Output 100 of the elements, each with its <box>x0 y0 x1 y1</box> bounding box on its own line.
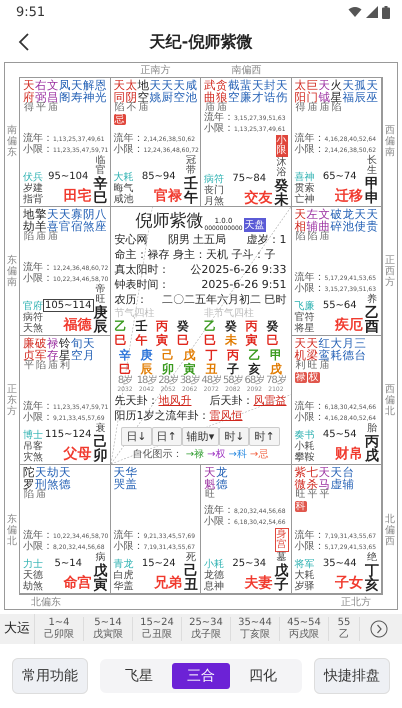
legend-item: →权 <box>207 448 226 461</box>
pillar-stem: 乙 <box>204 319 216 333</box>
functions-button[interactable]: 常用功能 <box>12 658 88 694</box>
palace-name: 命宫 <box>64 574 92 592</box>
brightness-label: 陷 <box>24 490 35 500</box>
stem-label: 庚 <box>94 306 108 320</box>
god-name: 伏兵 <box>23 172 43 183</box>
star-name: 天厨 <box>162 79 174 103</box>
status-time: 9:51 <box>16 4 46 20</box>
star-name: 擎羊 <box>35 208 47 232</box>
star-name: 天喜 <box>47 208 59 232</box>
star-name: 天梁 <box>306 337 318 361</box>
gua-label: 先天卦： <box>114 394 158 407</box>
changsheng-label: 养 <box>367 295 377 305</box>
chart-badge: 天盘 <box>244 218 266 232</box>
pillar-branch: 巳 <box>204 333 216 347</box>
year-god: 岁建 <box>23 183 43 194</box>
decade-branch: 卯 <box>162 362 174 376</box>
year-god: 咸池 <box>114 194 134 205</box>
decade-tab[interactable]: 1~4 己卯限 <box>35 617 84 641</box>
decade-age: 38岁 <box>180 376 200 386</box>
decade-age: 48岁 <box>201 376 222 386</box>
palace-tag: 小限 <box>276 135 288 157</box>
decade-age: 18岁 <box>136 376 156 386</box>
year-god: 贯索 <box>294 183 314 194</box>
step-button[interactable]: 时↓ <box>219 427 250 446</box>
quick-chart-button[interactable]: 快捷排盘 <box>314 658 390 694</box>
star-name: 天府 <box>23 79 35 103</box>
info-text: 钟表时间： <box>114 278 170 292</box>
changsheng-label: 帝旺 <box>96 285 106 305</box>
decade-tab[interactable]: 5~14 戊寅限 <box>84 617 133 641</box>
decade-tab[interactable]: 35~44 丁亥限 <box>231 617 280 641</box>
stem-label: 辛 <box>94 177 108 191</box>
palace-name: 兄弟 <box>154 574 182 592</box>
gua-link[interactable]: 地风升 <box>158 394 192 407</box>
decade-stem: 丁 <box>205 348 218 362</box>
next-icon[interactable] <box>370 620 388 638</box>
brightness-label: 平 <box>36 103 47 113</box>
star-name: 旬空 <box>71 337 83 361</box>
star-name: 天刑 <box>35 466 47 490</box>
god-name: 青龙 <box>114 559 134 570</box>
star-name: 天官 <box>59 208 71 232</box>
star-name: 天寿 <box>71 79 83 103</box>
god-name: 病符 <box>204 174 224 185</box>
back-icon[interactable] <box>18 33 30 51</box>
star-name: 寡宿 <box>71 208 83 232</box>
signal-icon <box>366 6 378 18</box>
decade-range: 85~94 <box>140 170 177 183</box>
star-name: 紫微 <box>294 466 306 490</box>
info-text: 阴男 土五局 <box>168 233 226 247</box>
mode-tab[interactable]: 飞星 <box>110 663 168 689</box>
info-text: 农历： <box>114 293 148 307</box>
gua-link[interactable]: 风雷益 <box>254 394 286 407</box>
palace-name: 迁移 <box>335 187 363 205</box>
decade-range: 35~44 <box>322 557 358 570</box>
star-name: 地劫 <box>23 208 35 232</box>
god-name: 将军 <box>294 559 314 570</box>
decade-stem: 甲 <box>270 348 282 362</box>
step-button[interactable]: 日↓ <box>121 427 152 446</box>
decade-age: 28岁 <box>158 376 178 386</box>
decade-tab[interactable]: 25~34 戊子限 <box>182 617 231 641</box>
mode-tab[interactable]: 四化 <box>234 663 292 689</box>
direction-label: 正西方 <box>385 254 395 288</box>
changsheng-label: 墓 <box>276 553 286 563</box>
decade-tab[interactable]: 55 乙 <box>329 617 360 641</box>
step-button[interactable]: 时↑ <box>249 427 280 446</box>
god-name: 大耗 <box>114 172 134 183</box>
decade-range: 115~124 <box>44 428 93 441</box>
star-name: 贪狼 <box>216 79 228 103</box>
decade-tab[interactable]: 15~24 己丑限 <box>133 617 182 641</box>
star-name: 天钺 <box>318 79 330 103</box>
direction-label: 东偏南 <box>7 254 17 288</box>
decade-range: 65~74 <box>322 170 358 183</box>
brightness-label: 庙 <box>320 361 330 371</box>
info-text: 安心网 <box>114 233 148 247</box>
stem-label: 癸 <box>274 179 288 193</box>
branch-label: 丑 <box>184 578 198 592</box>
sihua-badge: 忌 <box>114 114 126 125</box>
brightness-label: 庙 <box>36 232 47 242</box>
gua-link[interactable]: 雷风恒 <box>210 409 242 422</box>
step-button[interactable]: 日↑ <box>152 427 182 446</box>
star-name: 天姚 <box>150 79 162 103</box>
changsheng-label: 病 <box>96 553 106 563</box>
brightness-label: 平 <box>24 361 35 371</box>
brightness-label: 陷 <box>308 232 318 242</box>
step-button[interactable]: 辅助▾ <box>182 427 220 446</box>
decade-tab[interactable]: 45~54 丙戌限 <box>280 617 329 641</box>
year-god: 病符 <box>23 312 43 323</box>
branch-label: 巳 <box>94 191 108 205</box>
stem-label: 己 <box>94 435 108 449</box>
decade-stem: 庚 <box>140 348 153 362</box>
star-name: 武曲 <box>204 79 216 103</box>
mode-tab[interactable]: 三合 <box>172 663 230 689</box>
year-god: 白虎 <box>114 570 134 581</box>
year-god: 将星 <box>294 323 314 334</box>
stem-label: 戊 <box>274 564 288 578</box>
pillar-branch: 未 <box>224 333 237 347</box>
year-god: 小耗 <box>294 441 314 452</box>
changsheng-label: 冠带 <box>186 156 196 176</box>
brightness-label: 庙 <box>205 103 215 113</box>
